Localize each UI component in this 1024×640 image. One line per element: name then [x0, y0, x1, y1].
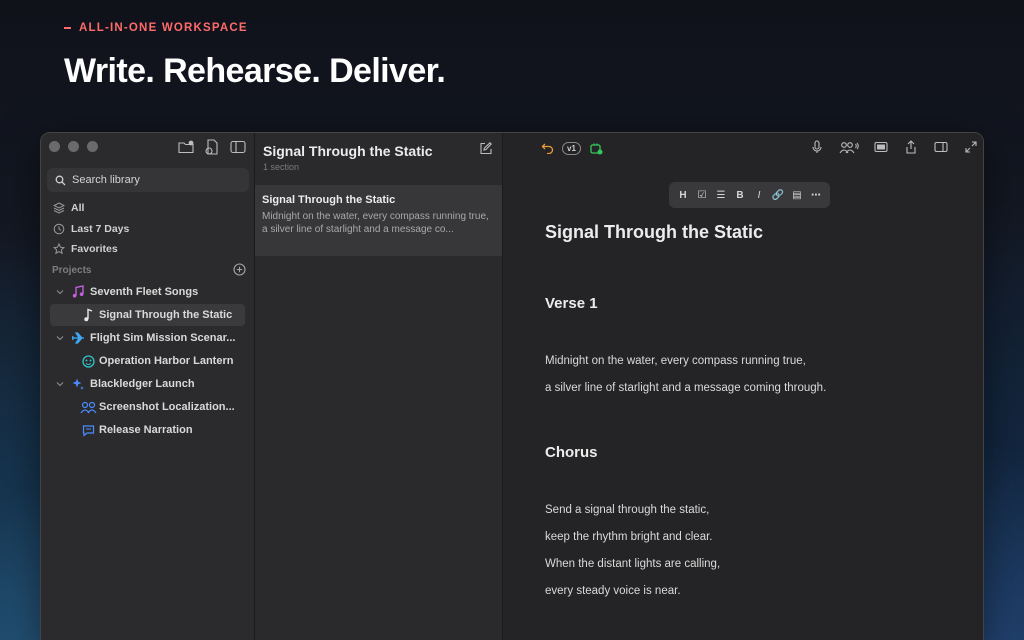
- insert-block-button[interactable]: ▤: [789, 187, 805, 203]
- section-card[interactable]: Signal Through the Static Midnight on th…: [255, 185, 502, 256]
- verse-line: Midnight on the water, every compass run…: [545, 355, 806, 367]
- chorus-line: every steady voice is near.: [545, 585, 681, 597]
- nav-favorites-label: Favorites: [71, 243, 118, 255]
- new-folder-icon[interactable]: [178, 139, 194, 155]
- search-icon: [55, 175, 66, 185]
- microphone-icon[interactable]: [809, 139, 825, 155]
- zoom-window-button[interactable]: [87, 141, 98, 152]
- eyebrow-text: ALL-IN-ONE WORKSPACE: [79, 22, 248, 34]
- project-seventh-fleet-songs[interactable]: Seventh Fleet Songs: [41, 281, 255, 303]
- projects-section-label: Projects: [52, 265, 92, 276]
- chorus-heading: Chorus: [545, 444, 598, 461]
- bullet-list-button[interactable]: ☰: [713, 187, 729, 203]
- list-title: Signal Through the Static: [263, 143, 433, 159]
- nav-all-label: All: [71, 202, 85, 214]
- tree-label: Release Narration: [99, 424, 193, 436]
- search-placeholder: Search library: [72, 174, 140, 186]
- tree-label: Operation Harbor Lantern: [99, 355, 234, 367]
- present-icon[interactable]: [873, 139, 889, 155]
- sidebar-toolbar: [178, 139, 246, 155]
- add-project-icon[interactable]: [233, 263, 246, 276]
- editor: v1 H ☑ ☰ B I 🔗 ▤ ⋯ Signal Through the St…: [503, 133, 983, 640]
- chevron-down-icon[interactable]: [56, 288, 64, 296]
- document-screenshot-localization[interactable]: Screenshot Localization...: [41, 396, 255, 418]
- project-flight-sim[interactable]: Flight Sim Mission Scenar...: [41, 327, 255, 349]
- heading-button[interactable]: H: [675, 187, 691, 203]
- layers-icon: [53, 202, 65, 214]
- italic-button[interactable]: I: [751, 187, 767, 203]
- section-card-title: Signal Through the Static: [262, 194, 396, 206]
- chorus-line: Send a signal through the static,: [545, 504, 710, 516]
- search-field[interactable]: Search library: [47, 168, 249, 192]
- document-operation-harbor-lantern[interactable]: Operation Harbor Lantern: [41, 350, 255, 372]
- chorus-line: When the distant lights are calling,: [545, 558, 721, 570]
- undo-icon[interactable]: [541, 142, 554, 154]
- format-toolbar: H ☑ ☰ B I 🔗 ▤ ⋯: [669, 182, 830, 208]
- eyebrow-dash: [64, 27, 71, 29]
- bold-button[interactable]: B: [732, 187, 748, 203]
- verse-line: a silver line of starlight and a message…: [545, 382, 827, 394]
- document-list: Signal Through the Static 1 section Sign…: [255, 133, 503, 640]
- minimize-window-button[interactable]: [68, 141, 79, 152]
- new-document-icon[interactable]: [204, 139, 220, 155]
- music-notes-icon: [71, 285, 85, 299]
- hero-eyebrow: ALL-IN-ONE WORKSPACE: [64, 22, 248, 34]
- document-release-narration[interactable]: Release Narration: [41, 419, 255, 441]
- share-icon[interactable]: [903, 139, 919, 155]
- sidebar: Search library All Last 7 Days Favorites…: [41, 133, 255, 640]
- star-icon: [53, 243, 65, 255]
- app-window: Search library All Last 7 Days Favorites…: [40, 132, 984, 640]
- chevron-down-icon[interactable]: [56, 334, 64, 342]
- compose-icon[interactable]: [479, 142, 492, 155]
- chorus-line: keep the rhythm bright and clear.: [545, 531, 713, 543]
- people-icon: [80, 400, 98, 414]
- inspector-toggle-icon[interactable]: [933, 139, 949, 155]
- sparkle-icon: [71, 377, 85, 391]
- checklist-button[interactable]: ☑: [694, 187, 710, 203]
- tree-label: Screenshot Localization...: [99, 401, 235, 413]
- tree-label: Flight Sim Mission Scenar...: [90, 332, 236, 344]
- hero-headline: Write. Rehearse. Deliver.: [64, 52, 446, 90]
- tree-label: Seventh Fleet Songs: [90, 286, 199, 298]
- globe-icon: [81, 354, 95, 368]
- nav-last-7-days-label: Last 7 Days: [71, 223, 130, 235]
- section-card-preview: Midnight on the water, every compass run…: [262, 211, 489, 235]
- link-button[interactable]: 🔗: [770, 187, 786, 203]
- chat-icon: [81, 423, 95, 437]
- chevron-down-icon[interactable]: [56, 380, 64, 388]
- project-blackledger-launch[interactable]: Blackledger Launch: [41, 373, 255, 395]
- more-options-button[interactable]: ⋯: [808, 187, 824, 203]
- window-controls: [49, 141, 98, 152]
- nav-favorites[interactable]: Favorites: [53, 243, 118, 255]
- editor-toolbar-left: v1: [541, 141, 603, 155]
- clock-icon: [53, 223, 65, 235]
- nav-last-7-days[interactable]: Last 7 Days: [53, 223, 129, 235]
- document-signal-through-the-static[interactable]: Signal Through the Static: [50, 304, 245, 326]
- close-window-button[interactable]: [49, 141, 60, 152]
- document-title: Signal Through the Static: [545, 222, 764, 242]
- version-badge[interactable]: v1: [562, 141, 581, 155]
- nav-all[interactable]: All: [53, 202, 84, 214]
- music-note-icon: [81, 308, 95, 322]
- tree-label: Signal Through the Static: [99, 309, 233, 321]
- sidebar-toggle-icon[interactable]: [230, 139, 246, 155]
- editor-toolbar-right: [809, 139, 979, 155]
- fullscreen-icon[interactable]: [963, 139, 979, 155]
- list-subtitle: 1 section: [263, 162, 300, 172]
- airplane-icon: [71, 331, 85, 345]
- cast-icon[interactable]: [589, 141, 603, 155]
- collaborators-icon[interactable]: [839, 139, 859, 155]
- tree-label: Blackledger Launch: [90, 378, 195, 390]
- verse-heading: Verse 1: [545, 295, 598, 312]
